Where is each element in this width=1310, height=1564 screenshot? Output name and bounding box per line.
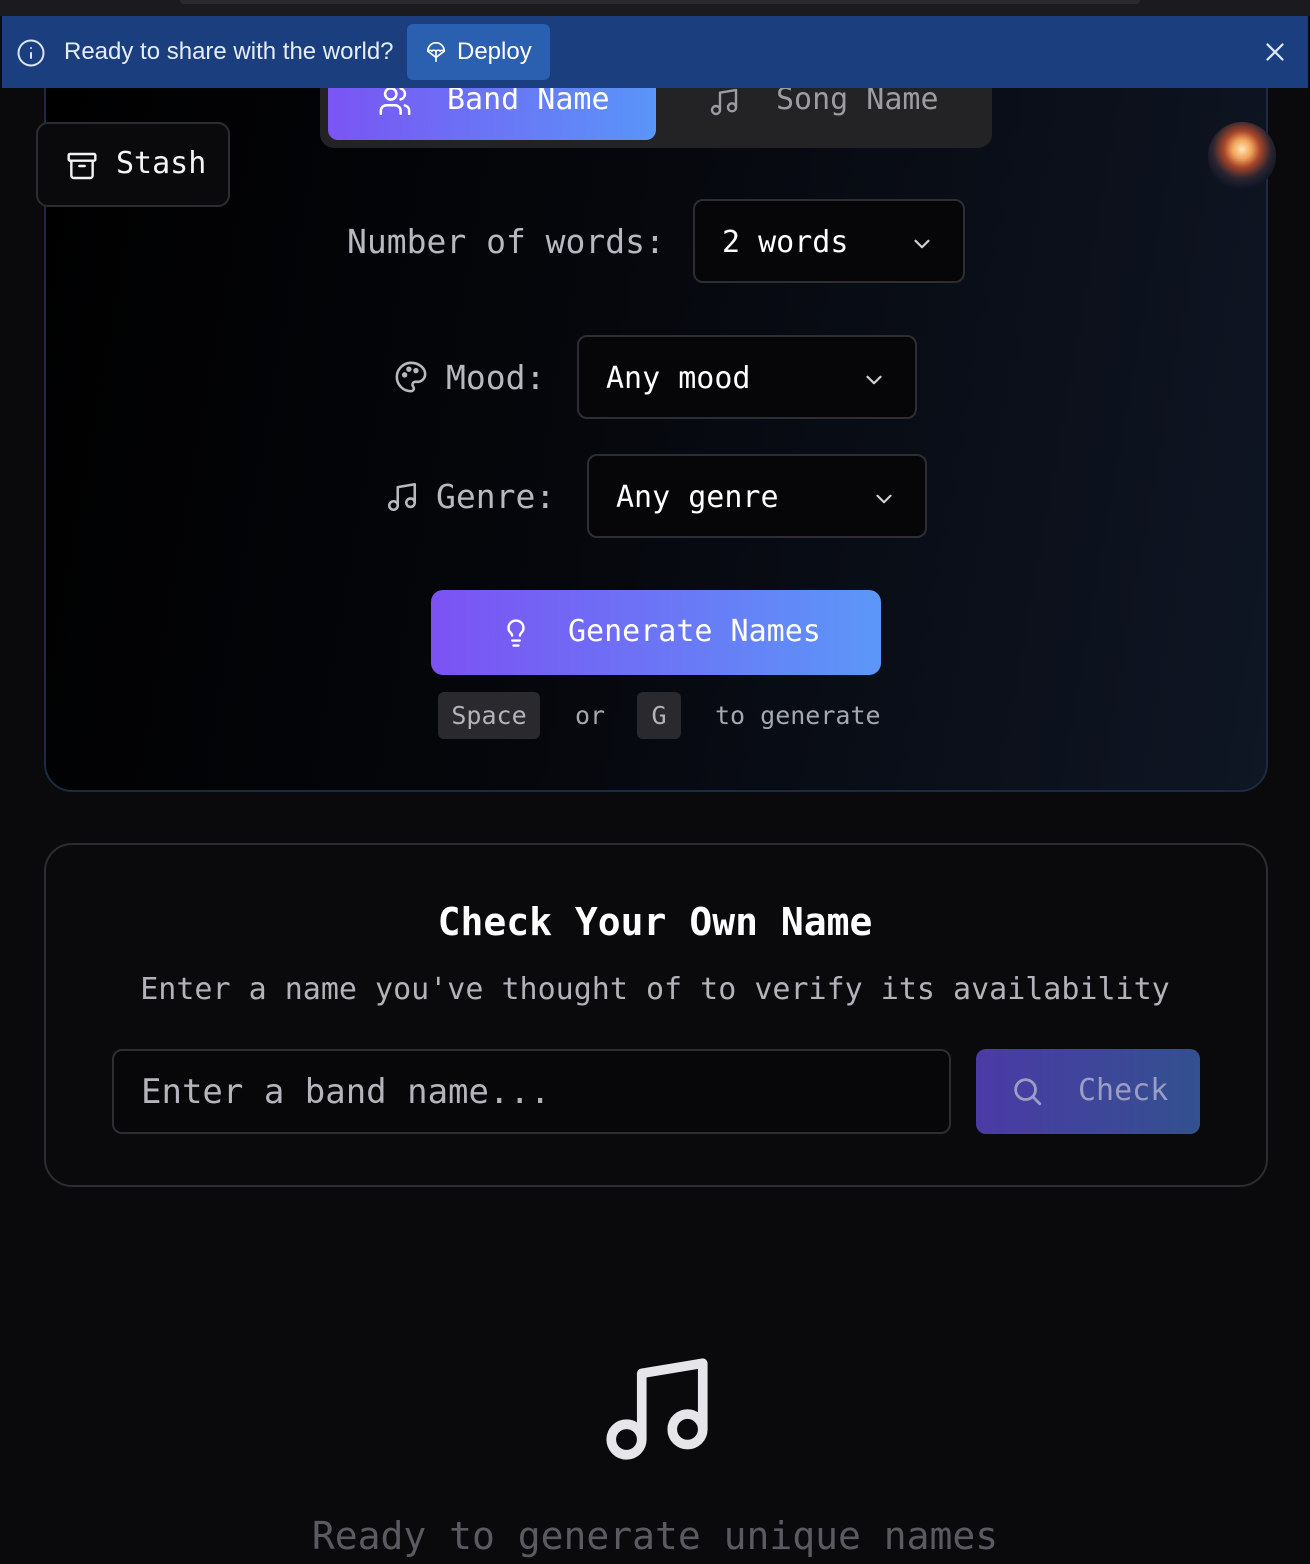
info-icon: [17, 39, 45, 67]
kbd-g: G: [637, 692, 681, 739]
words-select[interactable]: 2 words: [693, 199, 965, 283]
banner-message: Ready to share with the world?: [64, 38, 394, 65]
deploy-button[interactable]: Deploy: [407, 24, 550, 80]
chevron-down-icon: [876, 494, 892, 504]
search-icon: [1014, 1078, 1042, 1106]
stash-label: Stash: [116, 146, 207, 181]
archive-icon: [67, 152, 97, 180]
check-button[interactable]: Check: [976, 1049, 1200, 1134]
band-name-input[interactable]: [112, 1049, 951, 1134]
mood-select[interactable]: Any mood: [577, 335, 917, 419]
lightbulb-icon: [507, 619, 525, 647]
app-page: Band Name Song Name Stash Number of word…: [0, 0, 1310, 1564]
parachute-icon: [426, 42, 446, 62]
genre-select-value: Any genre: [616, 480, 779, 515]
check-name-card: [44, 843, 1268, 1187]
mood-label: Mood:: [446, 358, 546, 397]
chevron-down-icon: [914, 239, 930, 249]
browser-top-strip: [0, 0, 1310, 16]
generate-names-label: Generate Names: [568, 614, 821, 649]
genre-label: Genre:: [436, 477, 556, 516]
check-button-label: Check: [1078, 1073, 1169, 1108]
music-note-icon: [710, 88, 738, 116]
palette-icon: [395, 361, 427, 393]
check-title: Check Your Own Name: [437, 900, 873, 944]
deploy-label: Deploy: [457, 38, 532, 65]
chevron-down-icon: [866, 375, 882, 385]
user-avatar[interactable]: [1208, 122, 1276, 190]
generate-names-button[interactable]: Generate Names: [431, 590, 881, 675]
users-icon: [379, 86, 411, 116]
hint-or: or: [575, 701, 606, 730]
check-subtitle: Enter a name you've thought of to verify…: [140, 972, 1170, 1007]
music-note-icon: [387, 482, 417, 512]
words-label: Number of words:: [347, 222, 665, 261]
empty-state-text: Ready to generate unique names: [311, 1514, 999, 1558]
deploy-banner: Ready to share with the world? Deploy: [2, 16, 1308, 88]
words-select-value: 2 words: [722, 225, 849, 260]
mood-select-value: Any mood: [606, 361, 751, 396]
close-icon[interactable]: [1260, 37, 1290, 67]
stash-button[interactable]: Stash: [36, 122, 230, 207]
kbd-space: Space: [438, 692, 540, 739]
address-bar-edge: [180, 0, 1140, 4]
hint-suffix: to generate: [715, 701, 881, 730]
genre-select[interactable]: Any genre: [587, 454, 927, 538]
music-note-icon: [606, 1358, 708, 1460]
